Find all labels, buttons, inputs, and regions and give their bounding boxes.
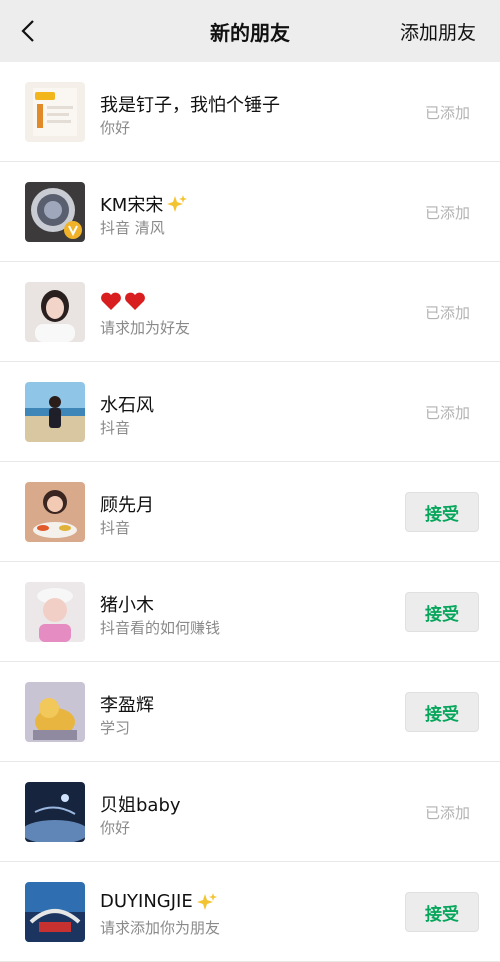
avatar xyxy=(25,482,85,542)
contact-name-row xyxy=(100,291,146,311)
avatar xyxy=(25,282,85,342)
avatar xyxy=(25,582,85,642)
added-status: 已添加 xyxy=(424,404,470,422)
added-status: 已添加 xyxy=(424,204,470,222)
contact-name: 水石风 xyxy=(100,395,154,416)
list-item[interactable]: 我是钉子，我怕个锤子 你好 已添加 xyxy=(0,62,500,162)
list-item[interactable]: 贝姐baby 你好 已添加 xyxy=(0,762,500,862)
list-item[interactable]: DUYINGJIE 请求添加你为朋友 接受 xyxy=(0,862,500,962)
request-message: 请求加为好友 xyxy=(100,319,191,337)
add-friend-button[interactable]: 添加朋友 xyxy=(400,18,476,45)
contact-name: DUYINGJIE xyxy=(100,891,193,912)
chevron-left-icon xyxy=(21,20,34,42)
contact-name: 猪小木 xyxy=(100,595,154,616)
friend-request-list: 我是钉子，我怕个锤子 你好 已添加 KM宋宋 抖音 清风 已添加 请求加为好友 … xyxy=(0,62,500,962)
contact-name-row: KM宋宋 xyxy=(100,191,188,217)
sparkle-icon xyxy=(167,194,188,214)
request-message: 请求添加你为朋友 xyxy=(100,919,221,937)
list-item[interactable]: 顾先月 抖音 接受 xyxy=(0,462,500,562)
avatar xyxy=(25,882,85,942)
added-status: 已添加 xyxy=(424,304,470,322)
avatar xyxy=(25,682,85,742)
contact-name-row: DUYINGJIE xyxy=(100,891,217,912)
avatar xyxy=(25,382,85,442)
list-item[interactable]: 猪小木 抖音看的如何赚钱 接受 xyxy=(0,562,500,662)
added-status: 已添加 xyxy=(424,104,470,122)
request-message: 抖音 xyxy=(100,519,131,537)
contact-name: KM宋宋 xyxy=(100,195,164,216)
request-message: 学习 xyxy=(100,719,131,737)
list-item[interactable]: 请求加为好友 已添加 xyxy=(0,262,500,362)
avatar xyxy=(25,82,85,142)
page-title: 新的朋友 xyxy=(210,20,290,45)
sparkle-icon xyxy=(196,892,217,912)
contact-name: 李盈辉 xyxy=(100,695,154,716)
accept-button[interactable]: 接受 xyxy=(405,592,479,632)
two-hearts-icon xyxy=(100,291,146,311)
added-status: 已添加 xyxy=(424,804,470,822)
top-bar: 新的朋友 添加朋友 xyxy=(0,0,500,62)
request-message: 抖音 xyxy=(100,419,131,437)
request-message: 抖音看的如何赚钱 xyxy=(100,619,221,637)
accept-button[interactable]: 接受 xyxy=(405,892,479,932)
list-item[interactable]: 李盈辉 学习 接受 xyxy=(0,662,500,762)
list-item[interactable]: KM宋宋 抖音 清风 已添加 xyxy=(0,162,500,262)
avatar xyxy=(25,782,85,842)
contact-name: 我是钉子，我怕个锤子 xyxy=(100,95,280,116)
back-button[interactable] xyxy=(14,17,42,45)
list-item[interactable]: 水石风 抖音 已添加 xyxy=(0,362,500,462)
accept-button[interactable]: 接受 xyxy=(405,492,479,532)
accept-button[interactable]: 接受 xyxy=(405,692,479,732)
request-message: 你好 xyxy=(100,819,131,837)
request-message: 你好 xyxy=(100,119,131,137)
contact-name: 贝姐baby xyxy=(100,795,181,816)
avatar xyxy=(25,182,85,242)
contact-name: 顾先月 xyxy=(100,495,154,516)
request-message: 抖音 清风 xyxy=(100,219,165,237)
